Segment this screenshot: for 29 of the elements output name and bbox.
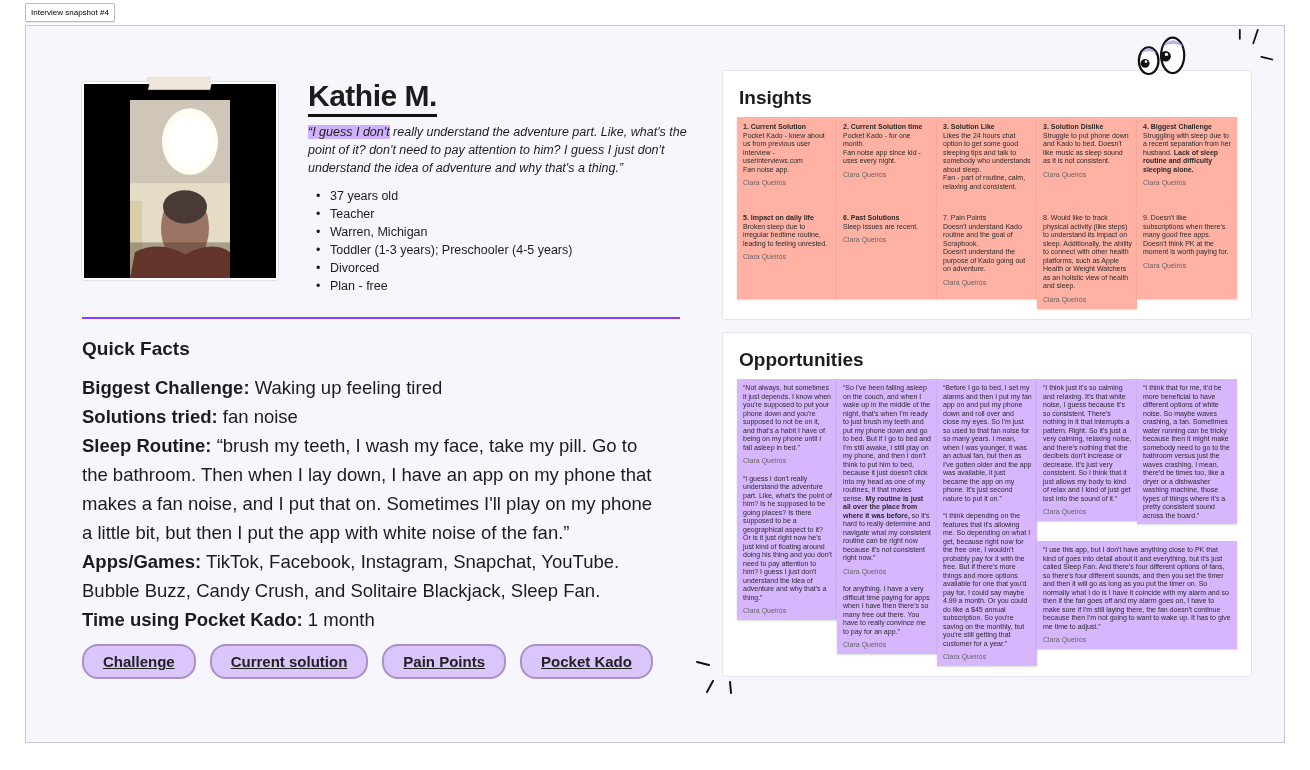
quick-fact: Apps/Games: TikTok, Facebook, Instagram, Snapchat, YouTube. Bubble Buzz, Candy Crush, and Solitaire Blackjack, Sleep Fan. xyxy=(82,550,621,603)
person-name: Kathie M. xyxy=(308,78,437,117)
card-title: Insights xyxy=(739,87,813,109)
bullet-mark: • xyxy=(316,206,322,223)
snapshot-tab[interactable]: Interview snapshot #4 xyxy=(25,3,115,22)
quick-fact: Solutions tried: fan noise xyxy=(82,405,299,429)
quote-text: “I guess I don't really understand the adventure part. Like, what's the point of it? don't need to pay attention to him? I guess I just don't understand the idea of adventure and why that's a thing.” xyxy=(308,124,688,177)
profile-fact: Teacher xyxy=(330,206,375,223)
quick-fact: Time using Pocket Kado: 1 month xyxy=(82,608,376,632)
profile-fact: Divorced xyxy=(330,260,380,277)
section-title: Quick Facts xyxy=(82,338,191,360)
bullet-mark: • xyxy=(316,260,322,277)
tag-button[interactable]: Current solution xyxy=(209,644,369,679)
tape-icon xyxy=(146,75,212,92)
card-title: Opportunities xyxy=(739,349,865,371)
bullet-mark: • xyxy=(316,242,322,259)
bullet-mark: • xyxy=(316,278,322,295)
profile-fact: 37 years old xyxy=(330,188,399,205)
doodle-drawing xyxy=(695,658,735,694)
tag-button[interactable]: Pain Points xyxy=(382,644,507,679)
profile-fact: Warren, Michigan xyxy=(330,224,428,241)
profile-fact: Toddler (1-3 years); Preschooler (4-5 years) xyxy=(330,242,573,259)
bullet-mark: • xyxy=(316,188,322,205)
bullet-mark: • xyxy=(316,224,322,241)
quick-fact: Biggest Challenge: Waking up feeling tired xyxy=(82,376,444,400)
tag-button[interactable]: Challenge xyxy=(82,644,196,679)
profile-fact: Plan - free xyxy=(330,278,388,295)
quick-fact: Sleep Routine: “brush my teeth, I wash my face, take my pill. Go to the bathroom. Then when I lay down, I have an app on my phone that makes a fan noise, and I put that on. Sometimes I'll play on my phone a little bit, but then I put the app with white noise of the fan.” xyxy=(82,434,654,545)
tag-button[interactable]: Pocket Kado xyxy=(520,644,653,679)
